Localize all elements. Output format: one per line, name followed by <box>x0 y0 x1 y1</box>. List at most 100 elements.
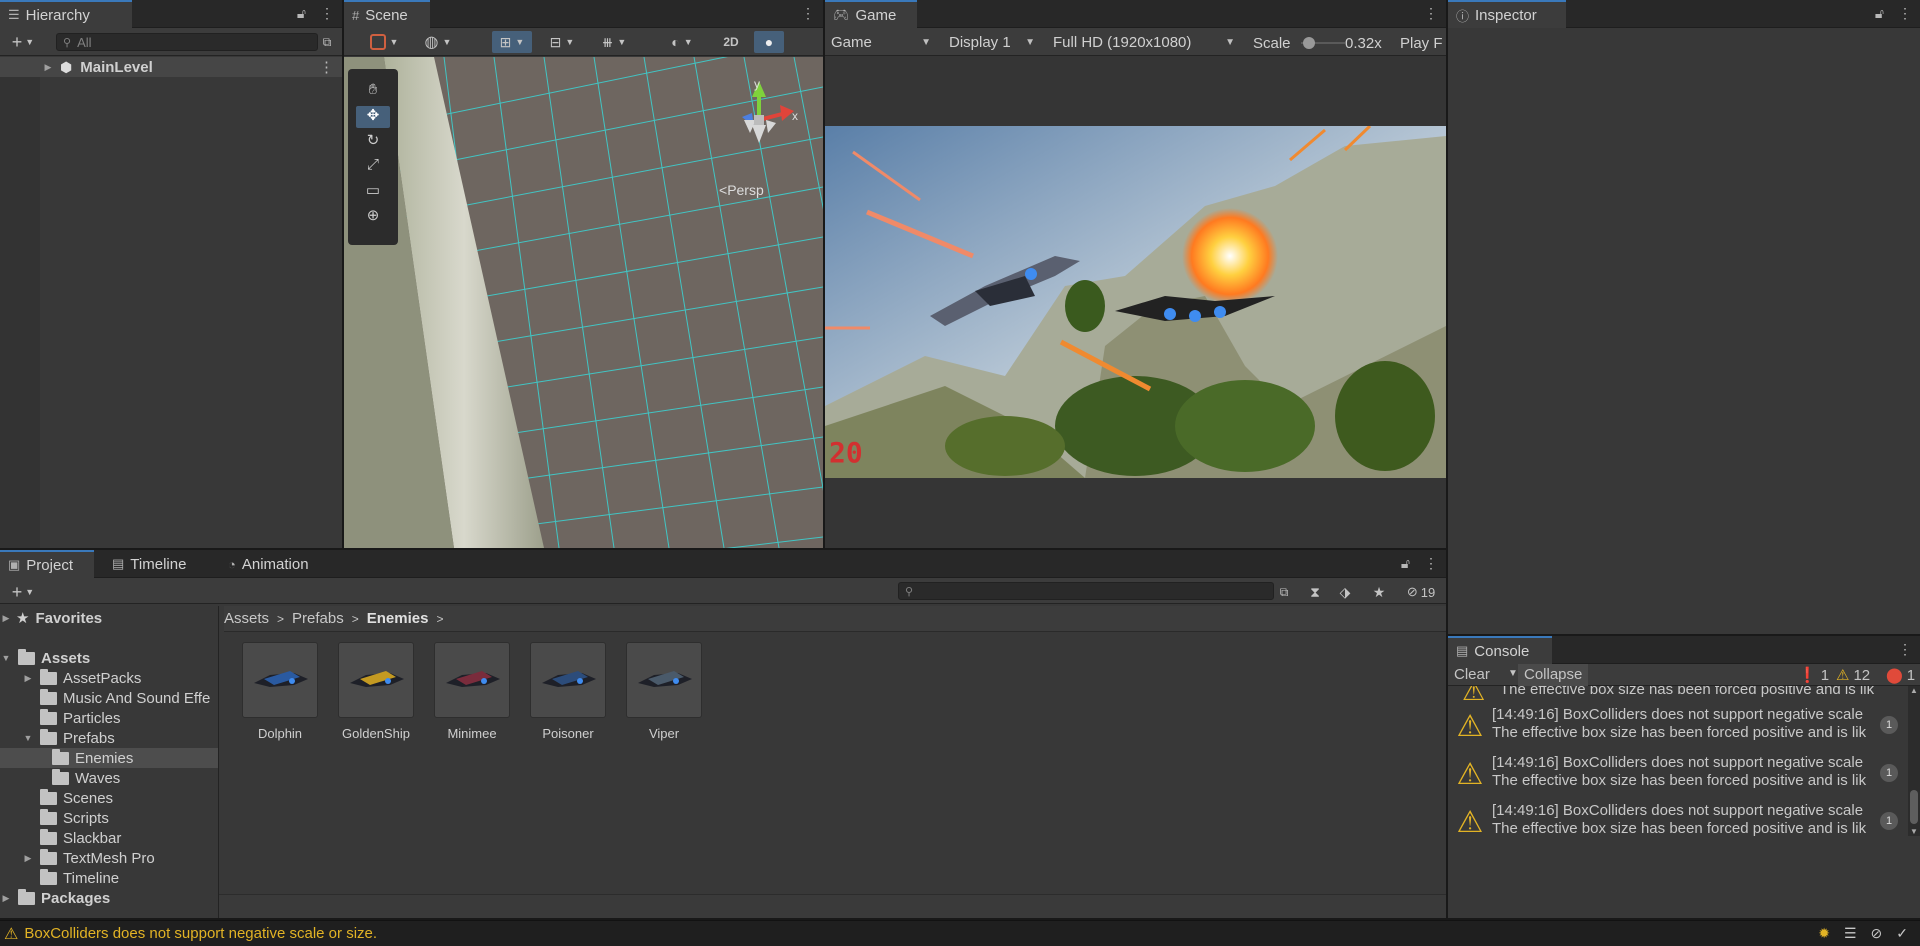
tree-item-assets[interactable]: ▼ Assets <box>0 648 218 668</box>
warning-filter-toggle[interactable]: ⚠ 12 <box>1836 666 1870 685</box>
error-filter-toggle[interactable]: ⬤ 1 <box>1886 666 1915 685</box>
status-message[interactable]: BoxColliders does not support negative s… <box>24 925 377 942</box>
scroll-up-arrow-icon[interactable]: ▲ <box>1908 686 1920 695</box>
expand-arrow-icon[interactable]: ▶ <box>0 613 12 624</box>
console-scrollbar[interactable]: ▲ ▼ <box>1908 686 1920 836</box>
more-menu-icon[interactable]: ⋮ <box>1898 5 1912 22</box>
expand-arrow-icon[interactable]: ▶ <box>22 673 34 684</box>
grid-snap-button[interactable]: ⊞ ▼ <box>492 31 532 53</box>
draw-mode-dropdown[interactable]: ▼ <box>364 31 404 53</box>
create-dropdown-button[interactable]: + ▼ <box>6 581 40 603</box>
game-view-dropdown[interactable]: Game ▼ <box>825 31 937 53</box>
2d-toggle-button[interactable]: 2D <box>716 31 746 53</box>
tab-animation[interactable]: ◔ Animation <box>220 550 338 578</box>
scroll-down-arrow-icon[interactable]: ▼ <box>1908 827 1920 836</box>
tree-item-scenes[interactable]: Scenes <box>0 788 218 808</box>
tree-item-prefabs[interactable]: ▼ Prefabs <box>0 728 218 748</box>
filter-by-type-icon[interactable]: ⧗ <box>1304 581 1326 603</box>
more-menu-icon[interactable]: ⋮ <box>320 5 334 22</box>
breadcrumb-prefabs[interactable]: Prefabs <box>292 610 344 627</box>
tab-game[interactable]: 🎮︎ Game <box>825 0 917 28</box>
clear-options-caret-icon[interactable]: ▼ <box>1508 668 1518 679</box>
rect-tool-icon[interactable]: ▭ <box>356 181 390 203</box>
info-filter-toggle[interactable]: ❗ 1 <box>1798 666 1829 685</box>
console-log-entry[interactable]: ⚠ [14:49:16] BoxColliders does not suppor… <box>1448 750 1902 798</box>
network-off-icon[interactable]: ⊘ <box>1871 925 1883 942</box>
scene-viewport[interactable]: ✋︎ ✥ ↻ ⤢ ▭ ⊕ y x <Persp <box>344 57 823 548</box>
tree-item-packages[interactable]: ▶ Packages <box>0 888 218 908</box>
lighting-toggle-button[interactable]: ● <box>754 31 784 53</box>
more-menu-icon[interactable]: ⋮ <box>1424 5 1438 22</box>
tab-project[interactable]: ▣ Project <box>0 550 94 578</box>
snap-increment-dropdown[interactable]: ⊟ ▼ <box>542 31 582 53</box>
tab-console[interactable]: ▤ Console <box>1448 636 1552 664</box>
tree-item-particles[interactable]: Particles <box>0 708 218 728</box>
asset-item[interactable]: Dolphin <box>242 642 318 741</box>
tree-item-assetpacks[interactable]: ▶ AssetPacks <box>0 668 218 688</box>
expand-arrow-icon[interactable]: ▶ <box>42 62 54 73</box>
tree-item-slackbar[interactable]: Slackbar <box>0 828 218 848</box>
console-log-entry[interactable]: ⚠ [14:49:16] BoxColliders does not suppor… <box>1448 702 1902 750</box>
search-window-icon[interactable]: ⧉ <box>1274 581 1294 603</box>
play-focused-dropdown[interactable]: Play F <box>1400 35 1446 52</box>
scene-search-icon[interactable]: ⧉ <box>318 31 336 53</box>
tab-timeline[interactable]: ▤ Timeline <box>104 550 204 578</box>
partial-log-entry[interactable]: ⚠ The effective box size has been forced… <box>1448 686 1902 700</box>
hierarchy-item-mainlevel[interactable]: ▶ ⬢ MainLevel ⋮ <box>0 57 342 77</box>
filter-by-label-icon[interactable]: ⬗ <box>1334 581 1356 603</box>
item-menu-icon[interactable]: ⋮ <box>319 58 334 76</box>
hierarchy-search[interactable]: ⚲ All <box>56 33 318 51</box>
asset-item[interactable]: Minimee <box>434 642 510 741</box>
expand-arrow-icon[interactable]: ▶ <box>0 893 12 904</box>
more-menu-icon[interactable]: ⋮ <box>1424 555 1438 572</box>
scale-slider-knob[interactable] <box>1303 37 1315 49</box>
project-search[interactable]: ⚲ <box>898 582 1274 600</box>
lock-icon[interactable]: 🔓︎ <box>1875 5 1884 22</box>
game-view[interactable]: 20 <box>825 126 1446 478</box>
more-menu-icon[interactable]: ⋮ <box>1898 641 1912 658</box>
checkmark-icon[interactable]: ✓ <box>1896 925 1908 942</box>
tab-inspector[interactable]: ⓘ Inspector <box>1448 0 1566 28</box>
hidden-packages-toggle[interactable]: ⊘ 19 <box>1400 581 1442 603</box>
lock-icon[interactable]: 🔓︎ <box>297 5 306 22</box>
breadcrumb-assets[interactable]: Assets <box>224 610 269 627</box>
tree-item-enemies[interactable]: Enemies <box>0 748 218 768</box>
more-menu-icon[interactable]: ⋮ <box>801 5 815 22</box>
lock-icon[interactable]: 🔓︎ <box>1401 555 1410 572</box>
hand-tool-icon[interactable]: ✋︎ <box>356 81 390 103</box>
create-dropdown-button[interactable]: + ▼ <box>6 31 40 53</box>
tree-item-waves[interactable]: Waves <box>0 768 218 788</box>
asset-item[interactable]: GoldenShip <box>338 642 414 741</box>
lightbulb-auto-icon[interactable]: ✹ <box>1818 925 1830 942</box>
tree-item-favorites[interactable]: ▶ ★ Favorites <box>0 608 218 628</box>
scale-slider[interactable] <box>1301 37 1345 49</box>
console-log-entry[interactable]: ⚠ [14:49:16] BoxColliders does not suppor… <box>1448 798 1902 846</box>
expand-arrow-icon[interactable]: ▶ <box>22 853 34 864</box>
tree-item-music[interactable]: Music And Sound Effe <box>0 688 218 708</box>
tree-item-scripts[interactable]: Scripts <box>0 808 218 828</box>
scrollbar-thumb[interactable] <box>1910 790 1918 824</box>
cache-server-icon[interactable]: ☰ <box>1844 925 1857 942</box>
tree-item-textmesh[interactable]: ▶ TextMesh Pro <box>0 848 218 868</box>
persp-label[interactable]: <Persp <box>719 182 764 198</box>
scale-tool-icon[interactable]: ⤢ <box>356 156 390 178</box>
collapse-arrow-icon[interactable]: ▼ <box>0 653 12 663</box>
resolution-dropdown[interactable]: Full HD (1920x1080) ▼ <box>1047 31 1241 53</box>
display-dropdown[interactable]: Display 1 ▼ <box>943 31 1041 53</box>
favorite-star-icon[interactable]: ★ <box>1368 581 1390 603</box>
ruler-dropdown[interactable]: ⧻ ▼ <box>592 31 636 53</box>
tab-hierarchy[interactable]: ☰ Hierarchy <box>0 0 132 28</box>
rotate-tool-icon[interactable]: ↻ <box>356 131 390 153</box>
tree-item-timeline[interactable]: Timeline <box>0 868 218 888</box>
transform-tool-icon[interactable]: ⊕ <box>356 206 390 228</box>
shading-dropdown[interactable]: ◐ ▼ <box>662 31 702 53</box>
asset-item[interactable]: Viper <box>626 642 702 741</box>
globe-dropdown[interactable]: ◍ ▼ <box>418 31 458 53</box>
clear-button[interactable]: Clear <box>1454 666 1490 683</box>
asset-item[interactable]: Poisoner <box>530 642 606 741</box>
collapse-button[interactable]: Collapse <box>1518 664 1589 686</box>
move-tool-icon[interactable]: ✥ <box>356 106 390 128</box>
collapse-arrow-icon[interactable]: ▼ <box>22 733 34 743</box>
tab-scene[interactable]: # Scene <box>344 0 430 28</box>
breadcrumb-enemies[interactable]: Enemies <box>367 610 429 627</box>
